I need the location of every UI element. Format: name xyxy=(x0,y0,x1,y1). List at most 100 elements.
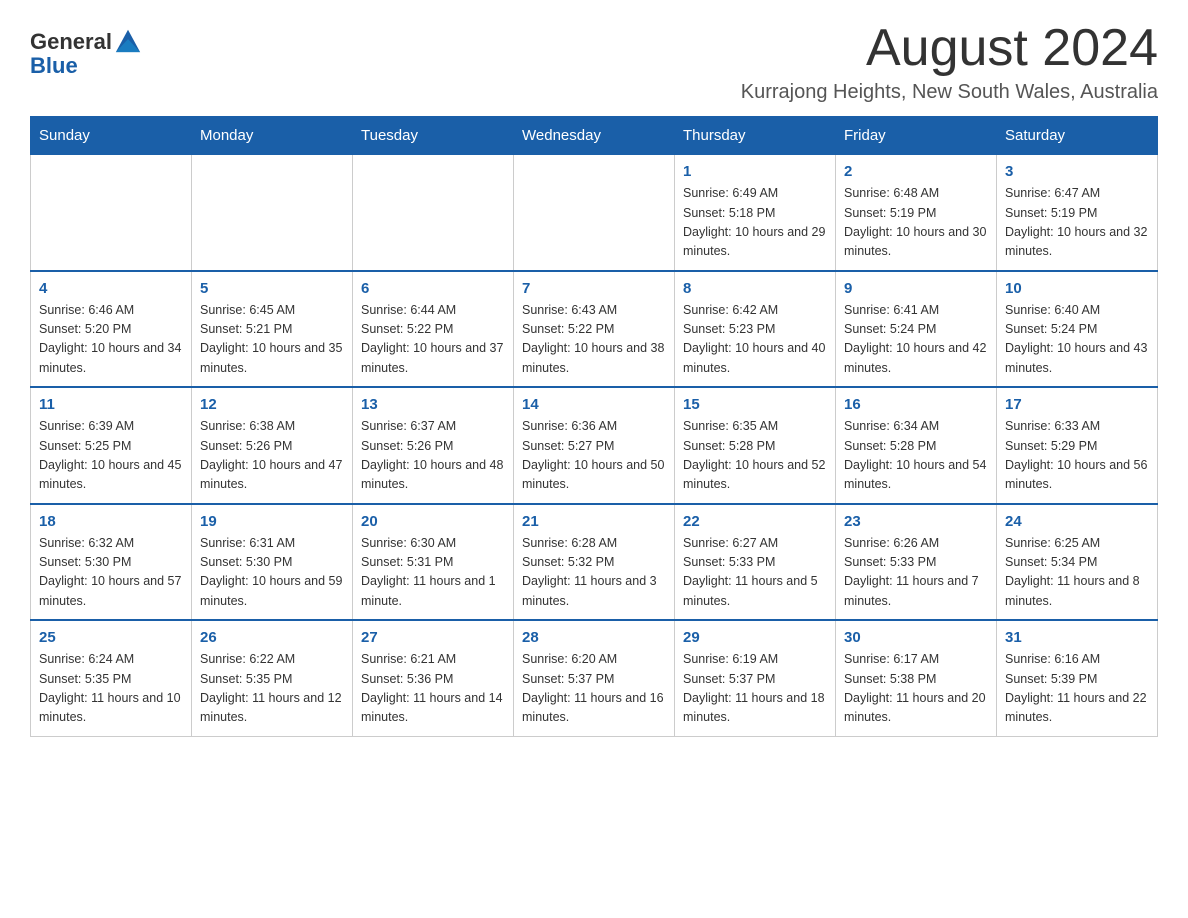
calendar-table: Sunday Monday Tuesday Wednesday Thursday… xyxy=(30,116,1158,737)
day-info: Sunrise: 6:33 AM Sunset: 5:29 PM Dayligh… xyxy=(1005,417,1149,495)
day-info: Sunrise: 6:46 AM Sunset: 5:20 PM Dayligh… xyxy=(39,301,183,379)
day-info: Sunrise: 6:16 AM Sunset: 5:39 PM Dayligh… xyxy=(1005,650,1149,728)
header-sunday: Sunday xyxy=(31,117,192,155)
day-info: Sunrise: 6:45 AM Sunset: 5:21 PM Dayligh… xyxy=(200,301,344,379)
day-info: Sunrise: 6:26 AM Sunset: 5:33 PM Dayligh… xyxy=(844,534,988,612)
day-info: Sunrise: 6:41 AM Sunset: 5:24 PM Dayligh… xyxy=(844,301,988,379)
table-row: 18 Sunrise: 6:32 AM Sunset: 5:30 PM Dayli… xyxy=(31,504,192,621)
day-info: Sunrise: 6:48 AM Sunset: 5:19 PM Dayligh… xyxy=(844,184,988,262)
logo-general-text: General xyxy=(30,30,112,54)
table-row xyxy=(514,155,675,271)
table-row: 7 Sunrise: 6:43 AM Sunset: 5:22 PM Daylig… xyxy=(514,271,675,388)
table-row: 14 Sunrise: 6:36 AM Sunset: 5:27 PM Dayli… xyxy=(514,387,675,504)
day-number: 20 xyxy=(361,513,505,530)
header-monday: Monday xyxy=(192,117,353,155)
month-title: August 2024 xyxy=(741,20,1158,77)
table-row xyxy=(192,155,353,271)
day-number: 24 xyxy=(1005,513,1149,530)
day-info: Sunrise: 6:44 AM Sunset: 5:22 PM Dayligh… xyxy=(361,301,505,379)
table-row: 16Sunrise: 6:34 AM Sunset: 5:28 PM Dayli… xyxy=(836,387,997,504)
day-info: Sunrise: 6:34 AM Sunset: 5:28 PM Dayligh… xyxy=(844,417,988,495)
day-number: 4 xyxy=(39,280,183,297)
day-number: 5 xyxy=(200,280,344,297)
table-row: 25Sunrise: 6:24 AM Sunset: 5:35 PM Dayli… xyxy=(31,620,192,736)
calendar-week-row: 11 Sunrise: 6:39 AM Sunset: 5:25 PM Dayli… xyxy=(31,387,1158,504)
location-title: Kurrajong Heights, New South Wales, Aust… xyxy=(741,81,1158,104)
day-number: 18 xyxy=(39,513,183,530)
day-number: 9 xyxy=(844,280,988,297)
day-number: 22 xyxy=(683,513,827,530)
logo-blue-text: Blue xyxy=(30,54,142,78)
day-number: 31 xyxy=(1005,629,1149,646)
table-row: 29 Sunrise: 6:19 AM Sunset: 5:37 PM Dayli… xyxy=(675,620,836,736)
table-row: 17 Sunrise: 6:33 AM Sunset: 5:29 PM Dayli… xyxy=(997,387,1158,504)
day-info: Sunrise: 6:42 AM Sunset: 5:23 PM Dayligh… xyxy=(683,301,827,379)
table-row: 10 Sunrise: 6:40 AM Sunset: 5:24 PM Dayli… xyxy=(997,271,1158,388)
day-number: 10 xyxy=(1005,280,1149,297)
day-number: 21 xyxy=(522,513,666,530)
day-number: 14 xyxy=(522,396,666,413)
day-number: 2 xyxy=(844,163,988,180)
header-wednesday: Wednesday xyxy=(514,117,675,155)
table-row: 5 Sunrise: 6:45 AM Sunset: 5:21 PM Daylig… xyxy=(192,271,353,388)
table-row: 8 Sunrise: 6:42 AM Sunset: 5:23 PM Daylig… xyxy=(675,271,836,388)
day-info: Sunrise: 6:47 AM Sunset: 5:19 PM Dayligh… xyxy=(1005,184,1149,262)
day-number: 19 xyxy=(200,513,344,530)
day-number: 26 xyxy=(200,629,344,646)
calendar-week-row: 18 Sunrise: 6:32 AM Sunset: 5:30 PM Dayli… xyxy=(31,504,1158,621)
day-info: Sunrise: 6:31 AM Sunset: 5:30 PM Dayligh… xyxy=(200,534,344,612)
day-info: Sunrise: 6:43 AM Sunset: 5:22 PM Dayligh… xyxy=(522,301,666,379)
page-header: General Blue August 2024 Kurrajong Heigh… xyxy=(30,20,1158,104)
day-info: Sunrise: 6:28 AM Sunset: 5:32 PM Dayligh… xyxy=(522,534,666,612)
table-row: 23 Sunrise: 6:26 AM Sunset: 5:33 PM Dayli… xyxy=(836,504,997,621)
day-number: 29 xyxy=(683,629,827,646)
table-row: 22 Sunrise: 6:27 AM Sunset: 5:33 PM Dayli… xyxy=(675,504,836,621)
table-row: 12Sunrise: 6:38 AM Sunset: 5:26 PM Dayli… xyxy=(192,387,353,504)
table-row: 19 Sunrise: 6:31 AM Sunset: 5:30 PM Dayli… xyxy=(192,504,353,621)
table-row: 31 Sunrise: 6:16 AM Sunset: 5:39 PM Dayli… xyxy=(997,620,1158,736)
day-info: Sunrise: 6:27 AM Sunset: 5:33 PM Dayligh… xyxy=(683,534,827,612)
table-row: 27 Sunrise: 6:21 AM Sunset: 5:36 PM Dayli… xyxy=(353,620,514,736)
table-row: 9 Sunrise: 6:41 AM Sunset: 5:24 PM Daylig… xyxy=(836,271,997,388)
day-number: 3 xyxy=(1005,163,1149,180)
day-number: 13 xyxy=(361,396,505,413)
day-number: 27 xyxy=(361,629,505,646)
logo: General Blue xyxy=(30,30,142,78)
table-row: 15Sunrise: 6:35 AM Sunset: 5:28 PM Dayli… xyxy=(675,387,836,504)
table-row: 2 Sunrise: 6:48 AM Sunset: 5:19 PM Daylig… xyxy=(836,155,997,271)
day-number: 7 xyxy=(522,280,666,297)
calendar-week-row: 1 Sunrise: 6:49 AM Sunset: 5:18 PM Daylig… xyxy=(31,155,1158,271)
calendar-week-row: 4 Sunrise: 6:46 AM Sunset: 5:20 PM Daylig… xyxy=(31,271,1158,388)
table-row: 3 Sunrise: 6:47 AM Sunset: 5:19 PM Daylig… xyxy=(997,155,1158,271)
table-row: 30Sunrise: 6:17 AM Sunset: 5:38 PM Dayli… xyxy=(836,620,997,736)
day-info: Sunrise: 6:22 AM Sunset: 5:35 PM Dayligh… xyxy=(200,650,344,728)
day-number: 1 xyxy=(683,163,827,180)
table-row: 1 Sunrise: 6:49 AM Sunset: 5:18 PM Daylig… xyxy=(675,155,836,271)
day-info: Sunrise: 6:36 AM Sunset: 5:27 PM Dayligh… xyxy=(522,417,666,495)
table-row xyxy=(31,155,192,271)
day-number: 23 xyxy=(844,513,988,530)
day-info: Sunrise: 6:40 AM Sunset: 5:24 PM Dayligh… xyxy=(1005,301,1149,379)
day-info: Sunrise: 6:38 AM Sunset: 5:26 PM Dayligh… xyxy=(200,417,344,495)
day-info: Sunrise: 6:21 AM Sunset: 5:36 PM Dayligh… xyxy=(361,650,505,728)
table-row: 24Sunrise: 6:25 AM Sunset: 5:34 PM Dayli… xyxy=(997,504,1158,621)
day-number: 25 xyxy=(39,629,183,646)
day-number: 30 xyxy=(844,629,988,646)
table-row: 21 Sunrise: 6:28 AM Sunset: 5:32 PM Dayli… xyxy=(514,504,675,621)
table-row: 13 Sunrise: 6:37 AM Sunset: 5:26 PM Dayli… xyxy=(353,387,514,504)
table-row: 6Sunrise: 6:44 AM Sunset: 5:22 PM Daylig… xyxy=(353,271,514,388)
header-friday: Friday xyxy=(836,117,997,155)
logo-icon xyxy=(114,26,142,54)
day-info: Sunrise: 6:19 AM Sunset: 5:37 PM Dayligh… xyxy=(683,650,827,728)
day-info: Sunrise: 6:32 AM Sunset: 5:30 PM Dayligh… xyxy=(39,534,183,612)
day-number: 15 xyxy=(683,396,827,413)
day-info: Sunrise: 6:37 AM Sunset: 5:26 PM Dayligh… xyxy=(361,417,505,495)
table-row: 4 Sunrise: 6:46 AM Sunset: 5:20 PM Daylig… xyxy=(31,271,192,388)
day-number: 11 xyxy=(39,396,183,413)
day-info: Sunrise: 6:39 AM Sunset: 5:25 PM Dayligh… xyxy=(39,417,183,495)
day-info: Sunrise: 6:49 AM Sunset: 5:18 PM Dayligh… xyxy=(683,184,827,262)
table-row: 28Sunrise: 6:20 AM Sunset: 5:37 PM Dayli… xyxy=(514,620,675,736)
header-thursday: Thursday xyxy=(675,117,836,155)
day-number: 8 xyxy=(683,280,827,297)
day-number: 17 xyxy=(1005,396,1149,413)
